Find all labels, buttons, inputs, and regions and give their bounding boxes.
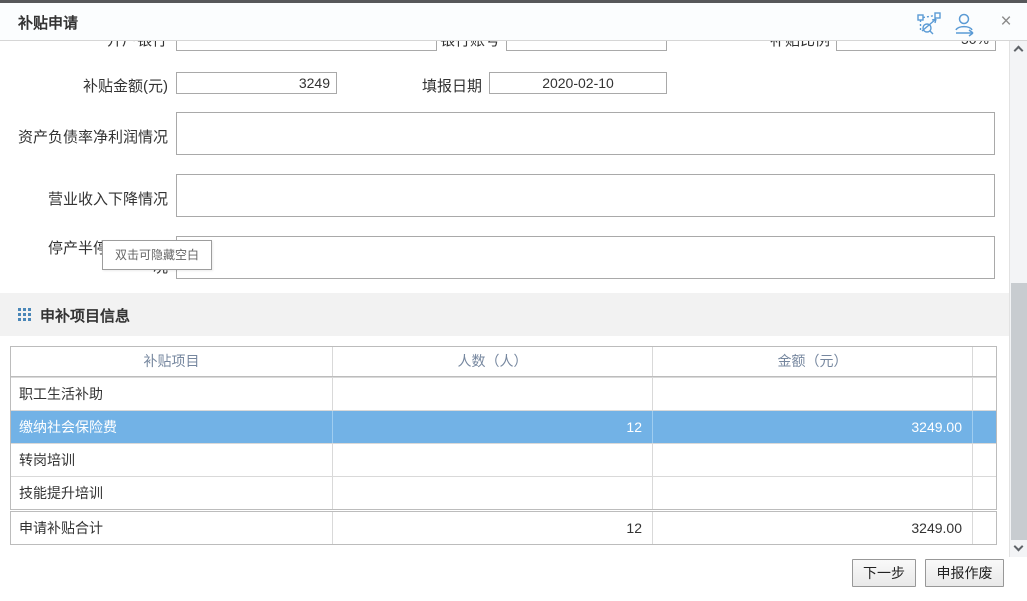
- cell-amount: [652, 378, 972, 410]
- cell-count: [332, 378, 652, 410]
- header-spacer: [972, 347, 996, 376]
- scroll-down-icon[interactable]: [1010, 540, 1027, 556]
- subsidy-amount-label: 补贴金额(元): [10, 75, 168, 96]
- cell-project: 转岗培训: [11, 444, 332, 476]
- subsidy-items-table: 补贴项目 人数（人） 金额（元） 职工生活补助 缴纳社会保险费 12 3249.…: [10, 346, 997, 510]
- section-title: 申补项目信息: [40, 305, 130, 326]
- revenue-decline-label: 营业收入下降情况: [10, 188, 168, 209]
- cell-spacer: [972, 444, 996, 476]
- revenue-decline-textarea[interactable]: [176, 174, 995, 217]
- header-count: 人数（人）: [332, 347, 652, 376]
- debt-profit-textarea[interactable]: [176, 112, 995, 155]
- cell-amount: [652, 477, 972, 509]
- table-row[interactable]: 技能提升培训: [11, 476, 996, 509]
- fill-date-label: 填报日期: [420, 75, 482, 96]
- bank-input[interactable]: [176, 41, 437, 51]
- summary-table: 申请补贴合计 12 3249.00: [10, 511, 997, 545]
- cell-spacer: [972, 411, 996, 443]
- summary-row: 申请补贴合计 12 3249.00: [11, 512, 996, 544]
- summary-count: 12: [332, 512, 652, 544]
- bank-label: 开户银行: [105, 41, 167, 49]
- void-declaration-button[interactable]: 申报作废: [925, 559, 1004, 587]
- subsidy-amount-input[interactable]: [176, 72, 337, 94]
- debt-profit-label: 资产负债率净利润情况: [10, 126, 168, 147]
- window-title: 补贴申请: [18, 12, 78, 33]
- close-icon[interactable]: ×: [995, 10, 1017, 34]
- cell-count: 12: [332, 411, 652, 443]
- summary-project: 申请补贴合计: [11, 512, 332, 544]
- grid-dots-icon: [18, 308, 32, 322]
- titlebar: 补贴申请: [0, 3, 1027, 41]
- next-step-button[interactable]: 下一步: [852, 559, 916, 587]
- scrollbar-thumb[interactable]: [1011, 283, 1027, 540]
- table-header-row: 补贴项目 人数（人） 金额（元）: [11, 347, 996, 377]
- table-row-selected[interactable]: 缴纳社会保险费 12 3249.00: [11, 410, 996, 443]
- table-row[interactable]: 职工生活补助: [11, 377, 996, 410]
- cell-spacer: [972, 378, 996, 410]
- user-export-icon[interactable]: [950, 11, 980, 37]
- cell-count: [332, 444, 652, 476]
- cell-amount: [652, 444, 972, 476]
- scroll-up-icon[interactable]: [1010, 41, 1027, 57]
- summary-spacer: [972, 512, 996, 544]
- table-row[interactable]: 转岗培训: [11, 443, 996, 476]
- fill-date-input[interactable]: [489, 72, 667, 94]
- cell-amount: 3249.00: [652, 411, 972, 443]
- form-scroll-area: 开户银行 银行账号 补贴比例 补贴金额(元) 填报日期 资产负债率净利润情况 营…: [0, 41, 1009, 557]
- cell-project: 技能提升培训: [11, 477, 332, 509]
- header-project: 补贴项目: [11, 347, 332, 376]
- cell-count: [332, 477, 652, 509]
- vertical-scrollbar[interactable]: [1009, 41, 1027, 557]
- cell-project: 缴纳社会保险费: [11, 411, 332, 443]
- cell-spacer: [972, 477, 996, 509]
- ratio-input[interactable]: [836, 41, 996, 51]
- subsidy-application-window: 补贴申请: [0, 0, 1027, 601]
- account-input[interactable]: [506, 41, 667, 51]
- ratio-label: 补贴比例: [768, 41, 830, 49]
- shutdown-textarea[interactable]: [176, 236, 995, 279]
- hide-blank-tooltip: 双击可隐藏空白: [102, 240, 212, 270]
- cell-project: 职工生活补助: [11, 378, 332, 410]
- summary-amount: 3249.00: [652, 512, 972, 544]
- selection-zoom-icon[interactable]: [915, 11, 945, 37]
- account-label: 银行账号: [438, 41, 500, 49]
- header-amount: 金额（元）: [652, 347, 972, 376]
- section-header: 申补项目信息: [0, 293, 1009, 336]
